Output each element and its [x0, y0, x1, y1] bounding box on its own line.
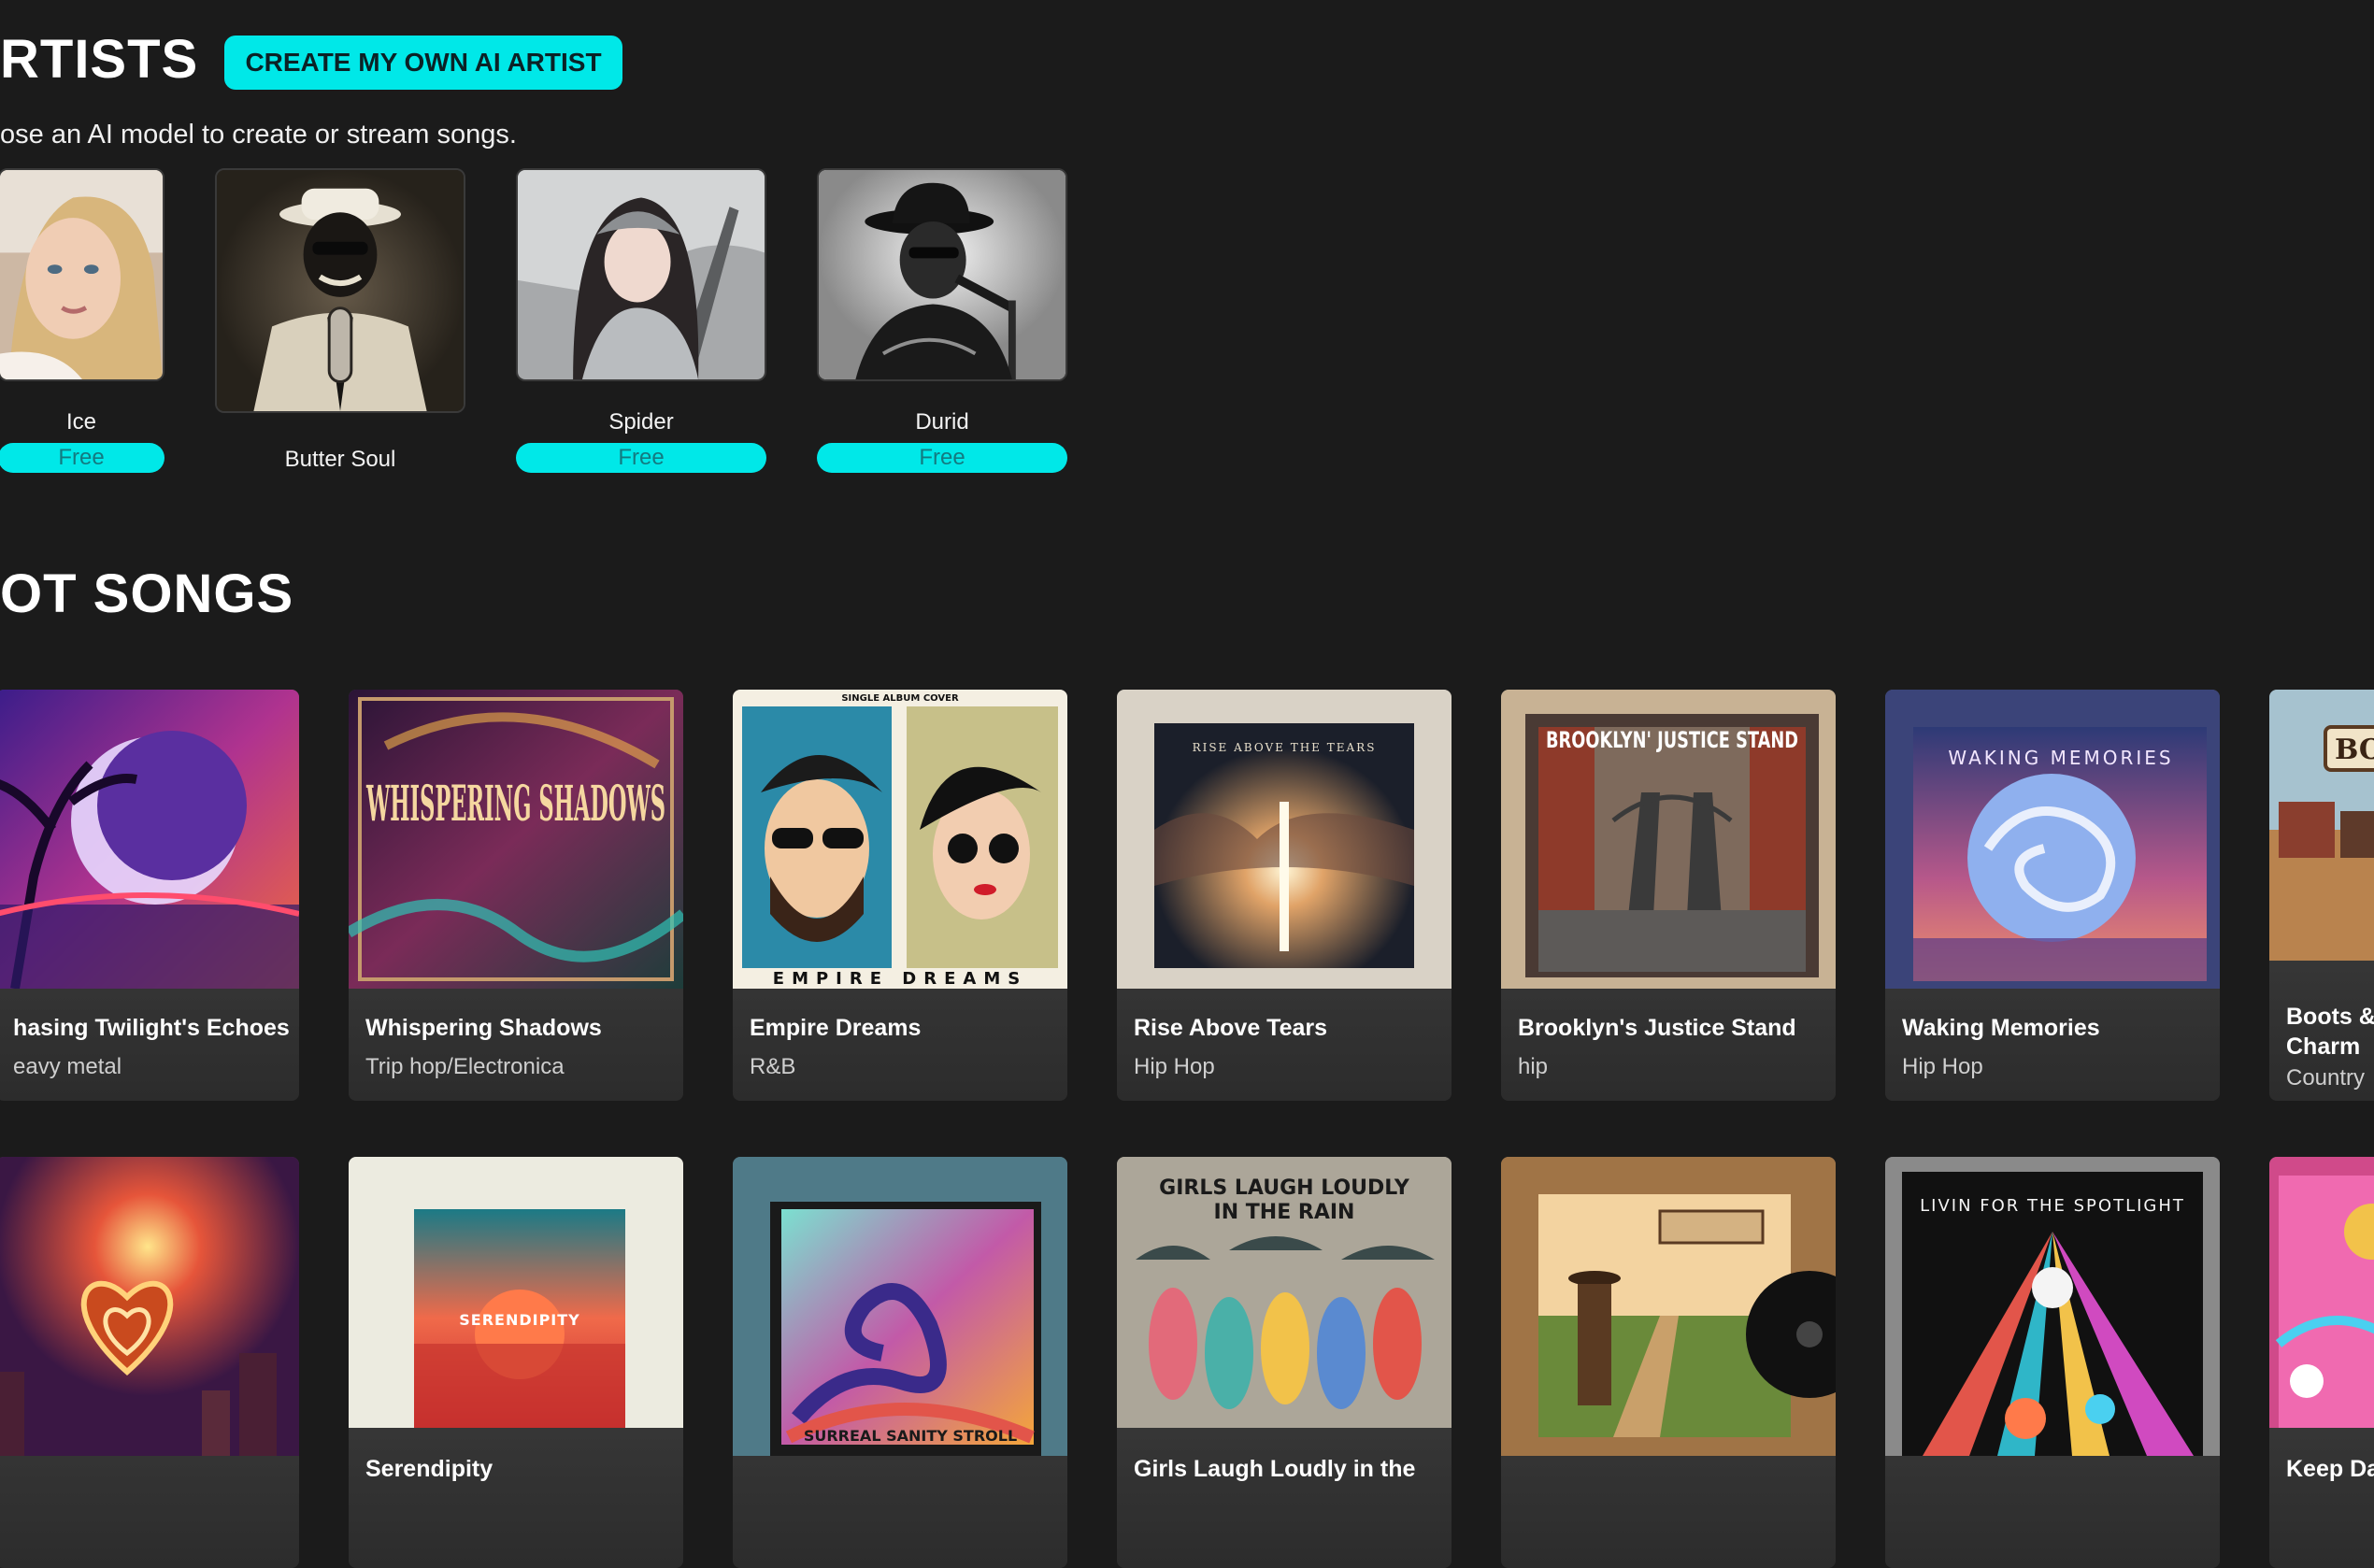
song-title: Rise Above Tears	[1134, 1015, 1328, 1041]
cover-text-boots: BO	[2335, 734, 2374, 766]
song-title: Empire Dreams	[750, 1015, 922, 1041]
artist-name-butter-soul: Butter Soul	[284, 447, 396, 472]
artists-heading: RTISTS	[0, 29, 199, 90]
song-cover-empire-dreams[interactable]: SINGLE ALBUM COVER EMPIRE DREAMS	[733, 690, 1067, 989]
cover-text-girls-line1: GIRLS LAUGH LOUDLY	[1159, 1176, 1410, 1200]
song-genre: Country	[2286, 1065, 2366, 1090]
artists-subtitle: ose an AI model to create or stream song…	[0, 120, 517, 150]
artist-name-ice: Ice	[65, 409, 96, 435]
song-card[interactable]: Keep Da	[2269, 1157, 2374, 1568]
song-cover-rise-above-tears[interactable]: RISE ABOVE THE TEARS	[1117, 690, 1452, 989]
song-title: hasing Twilight's Echoes	[13, 1015, 290, 1041]
cover-text-waking: WAKING MEMORIES	[1948, 747, 2173, 769]
cover-text-surreal: SURREAL SANITY STROLL	[804, 1427, 1017, 1445]
song-card[interactable]	[1501, 1157, 1836, 1568]
cover-text-brooklyn: BROOKLYN' JUSTICE STAND	[1546, 727, 1798, 753]
free-badge-durid: Free	[817, 443, 1067, 473]
hot-songs-heading: OT SONGS	[0, 563, 294, 624]
artist-image-durid[interactable]	[817, 168, 1067, 381]
cover-text-spotlight: LIVIN FOR THE SPOTLIGHT	[1920, 1196, 2185, 1216]
cover-text-empire-top: SINGLE ALBUM COVER	[841, 693, 959, 704]
song-cover-girls-laugh-loudly[interactable]: GIRLS LAUGH LOUDLY IN THE RAIN	[1117, 1157, 1452, 1428]
song-card[interactable]: RISE ABOVE THE TEARS Rise Above Tears Hi…	[1117, 690, 1452, 1101]
free-badge-ice: Free	[0, 443, 164, 473]
song-card[interactable]: LIVIN FOR THE SPOTLIGHT	[1885, 1157, 2220, 1568]
artist-card-durid[interactable]: Durid Free	[817, 168, 1067, 477]
song-cover-serendipity[interactable]: SERENDIPITY	[349, 1157, 683, 1428]
song-card[interactable]: hasing Twilight's Echoes eavy metal	[0, 690, 299, 1101]
cover-text-whispering: WHISPERING SHADOWS	[366, 776, 665, 833]
cover-text-rise: RISE ABOVE THE TEARS	[1193, 741, 1377, 754]
song-title: Whispering Shadows	[365, 1015, 602, 1041]
song-card[interactable]: GIRLS LAUGH LOUDLY IN THE RAIN Girls Lau…	[1117, 1157, 1452, 1568]
song-cover-surreal-sanity-stroll[interactable]: SURREAL SANITY STROLL	[733, 1157, 1067, 1456]
song-card[interactable]: WHISPERING SHADOWS Whispering Shadows Tr…	[349, 690, 683, 1101]
cover-text-girls-line2: IN THE RAIN	[1214, 1201, 1355, 1224]
cover-text-serendipity: SERENDIPITY	[459, 1311, 580, 1329]
song-genre: Trip hop/Electronica	[365, 1054, 565, 1079]
song-title: Girls Laugh Loudly in the	[1134, 1456, 1416, 1482]
song-cover-brooklyns-justice-stand[interactable]: BROOKLYN' JUSTICE STAND	[1501, 690, 1836, 989]
song-cover-boots-and-charm[interactable]: BO	[2269, 690, 2374, 961]
song-cover-cowboy-road[interactable]	[1501, 1157, 1836, 1456]
song-title: Serendipity	[365, 1456, 493, 1482]
free-badge-spider: Free	[516, 443, 766, 473]
artist-card-spider[interactable]: Spider Free	[516, 168, 766, 477]
cover-text-empire: EMPIRE DREAMS	[773, 969, 1027, 989]
song-cover-waking-memories[interactable]: WAKING MEMORIES	[1885, 690, 2220, 989]
artist-image-ice[interactable]	[0, 168, 164, 381]
song-cover-heart-city[interactable]	[0, 1157, 299, 1456]
song-genre: hip	[1518, 1054, 1549, 1079]
song-title: Boots & Charm	[2286, 1004, 2374, 1060]
artist-name-spider: Spider	[608, 409, 674, 435]
song-card[interactable]	[0, 1157, 299, 1568]
song-card[interactable]: SURREAL SANITY STROLL	[733, 1157, 1067, 1568]
song-card[interactable]: SERENDIPITY Serendipity	[349, 1157, 683, 1568]
song-genre: eavy metal	[13, 1054, 122, 1079]
song-card[interactable]: BROOKLYN' JUSTICE STAND Brooklyn's Justi…	[1501, 690, 1836, 1101]
song-card[interactable]: BO Boots & Charm Country	[2269, 690, 2374, 1101]
song-title: Waking Memories	[1902, 1015, 2100, 1041]
song-cover-chasing-twilights-echoes[interactable]	[0, 690, 299, 989]
create-ai-artist-button[interactable]: CREATE MY OWN AI ARTIST	[224, 36, 622, 90]
song-genre: R&B	[750, 1054, 796, 1079]
artist-card-butter-soul[interactable]: Butter Soul	[215, 168, 465, 477]
song-title: Brooklyn's Justice Stand	[1518, 1015, 1796, 1041]
song-cover-whispering-shadows[interactable]: WHISPERING SHADOWS	[349, 690, 683, 989]
song-title: Keep Da	[2286, 1456, 2374, 1482]
artist-image-butter-soul[interactable]	[215, 168, 465, 413]
song-card[interactable]: WAKING MEMORIES Waking Memories Hip Hop	[1885, 690, 2220, 1101]
song-cover-keep-dancing[interactable]	[2269, 1157, 2374, 1428]
song-genre: Hip Hop	[1134, 1054, 1215, 1079]
artist-name-durid: Durid	[915, 409, 969, 435]
artist-image-spider[interactable]	[516, 168, 766, 381]
song-card[interactable]: SINGLE ALBUM COVER EMPIRE DREAMS Empire …	[733, 690, 1067, 1101]
song-cover-livin-for-the-spotlight[interactable]: LIVIN FOR THE SPOTLIGHT	[1885, 1157, 2220, 1456]
artist-card-ice[interactable]: Ice Free	[0, 168, 164, 477]
song-genre: Hip Hop	[1902, 1054, 1983, 1079]
